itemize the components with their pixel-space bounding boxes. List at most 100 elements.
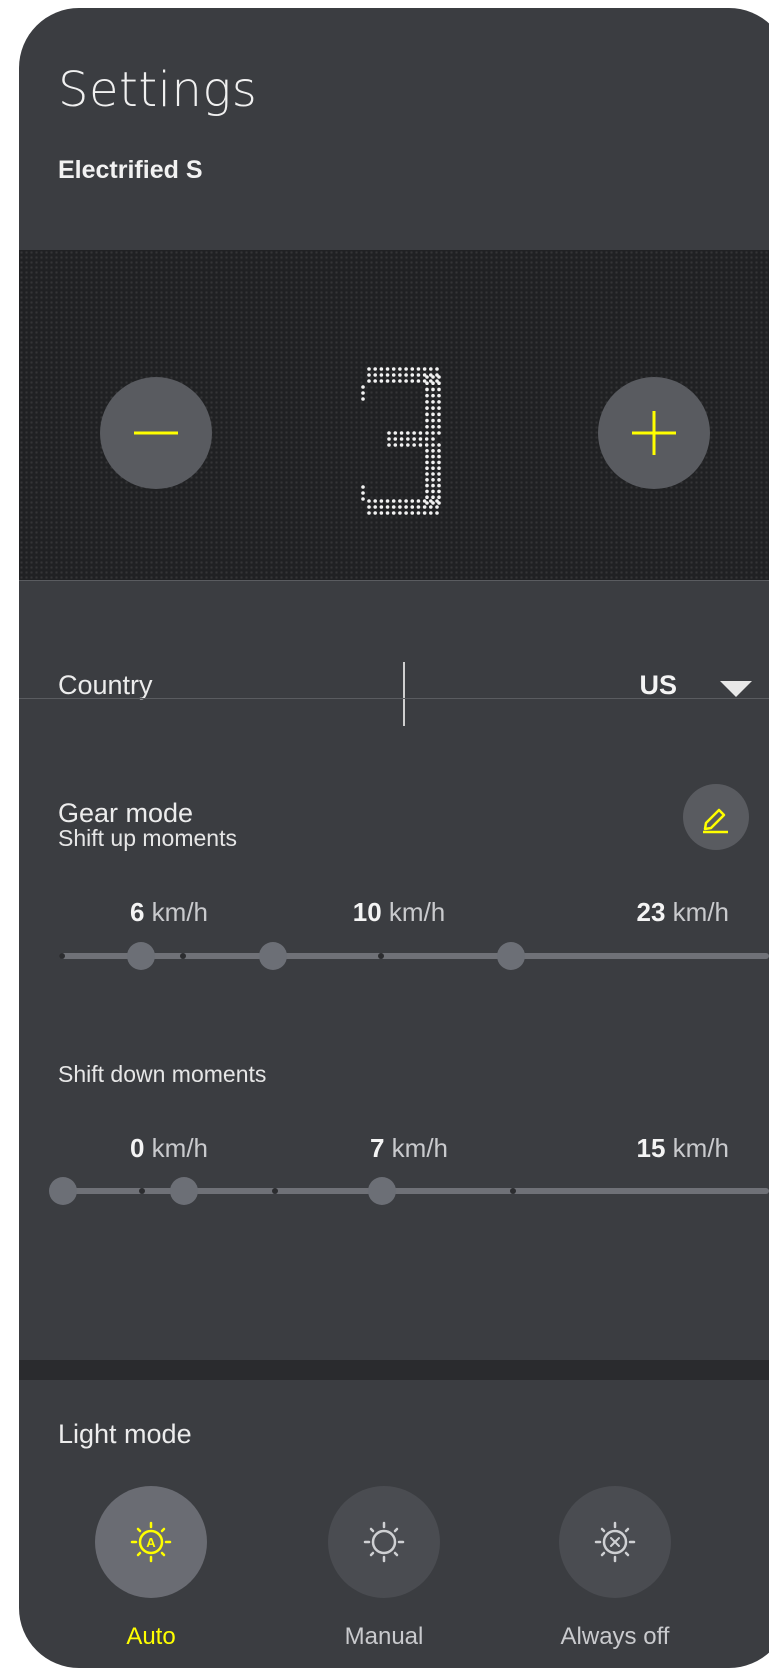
digit-dot [437,431,441,435]
digit-dot [425,478,429,482]
digit-dot [425,472,429,476]
settings-panel: Settings Electrified S 3 Country US Gear… [19,8,769,1668]
country-label: Country [58,670,153,700]
digit-dot [410,499,415,503]
sun-icon [363,1521,405,1563]
slider-handle[interactable] [497,942,525,970]
digit-dot [373,499,377,503]
light-mode-manual-button[interactable] [328,1486,440,1598]
digit-dot [431,387,435,392]
digit-dot [429,511,433,515]
plus-icon [632,411,676,455]
digit-dot [416,511,421,515]
digit-dot [399,431,404,435]
digit-dot [437,489,441,494]
digit-dot [379,367,384,371]
digit-dot [367,379,371,383]
digit-dot [406,437,410,441]
digit-dot [367,511,371,515]
digit-dot [412,443,416,447]
digit-dot [431,418,435,423]
slider-handle[interactable] [49,1177,77,1205]
slider-tick [510,1188,516,1194]
digit-dot [425,424,429,429]
digit-dot [431,406,435,410]
digit-dot [412,431,416,435]
digit-dot [425,400,429,404]
edit-gear-mode-button[interactable] [683,784,749,850]
chevron-down-icon[interactable] [720,681,752,697]
digit-dot [425,489,429,494]
slider-tick [378,953,384,959]
shift-up-label: Shift up moments [58,825,237,851]
digit-dot [412,437,416,441]
shift-down-label: Shift down moments [58,1061,267,1087]
shift-down-speed-3: 15 km/h [636,1133,730,1163]
digit-dot [410,511,415,515]
light-mode-off-label[interactable]: Always off [525,1625,705,1649]
digit-dot [361,485,365,489]
digit-dot [404,511,408,515]
digit-dot [431,495,435,499]
digit-dot [398,379,402,383]
slider-tick [272,1188,278,1194]
digit-dot [373,373,377,377]
digit-dot [379,373,384,377]
gear-mode-label: Gear mode [58,798,194,828]
digit-dot [373,379,377,383]
digit-dot [425,412,429,417]
light-off-icon [594,1521,636,1563]
digit-dot [437,393,441,398]
shift-up-slider[interactable] [59,942,769,970]
decrease-assist-button[interactable] [100,377,212,489]
digit-dot [437,495,441,499]
slider-handle[interactable] [170,1177,198,1205]
digit-dot [373,505,377,509]
digit-dot [385,367,390,371]
digit-dot [425,454,429,459]
digit-dot [367,499,371,503]
shift-up-speed-2: 10 km/h [352,897,446,927]
light-mode-auto-button[interactable]: A [95,1486,207,1598]
digit-dot [367,373,371,377]
digit-dot [379,505,384,509]
digit-dot [385,373,390,377]
country-value[interactable]: US [639,672,677,699]
digit-dot [431,393,435,398]
digit-dot [385,505,390,509]
digit-dot [385,379,390,383]
digit-dot [361,497,365,501]
digit-dot [410,379,415,383]
digit-dot [431,412,435,417]
light-mode-manual-label[interactable]: Manual [294,1625,474,1649]
shift-down-slider[interactable] [49,1177,769,1205]
digit-dot [431,478,435,482]
digit-dot [431,431,435,435]
slider-handle[interactable] [127,942,155,970]
digit-dot [425,449,429,453]
light-mode-auto-label[interactable]: Auto [61,1625,241,1649]
light-mode-off-button[interactable] [559,1486,671,1598]
digit-dot [431,375,435,379]
digit-dot [425,381,429,386]
digit-dot [431,400,435,404]
digit-dot [437,460,441,465]
shift-down-speed-2: 7 km/h [369,1133,449,1163]
slider-tick [59,953,65,959]
digit-dot [422,511,427,515]
digit-dot [404,379,408,383]
slider-handle[interactable] [368,1177,396,1205]
digit-dot [437,449,441,453]
digit-dot [361,385,365,389]
increase-assist-button[interactable] [598,377,710,489]
digit-dot [435,505,439,509]
slider-handle[interactable] [259,942,287,970]
page-title: Settings [58,62,258,118]
digit-dot [385,499,390,503]
digit-dot [431,437,435,441]
digit-dot [431,460,435,465]
digit-dot [406,443,410,447]
digit-dot [385,511,390,515]
auto-light-icon: A [130,1521,172,1563]
digit-dot [393,437,398,441]
